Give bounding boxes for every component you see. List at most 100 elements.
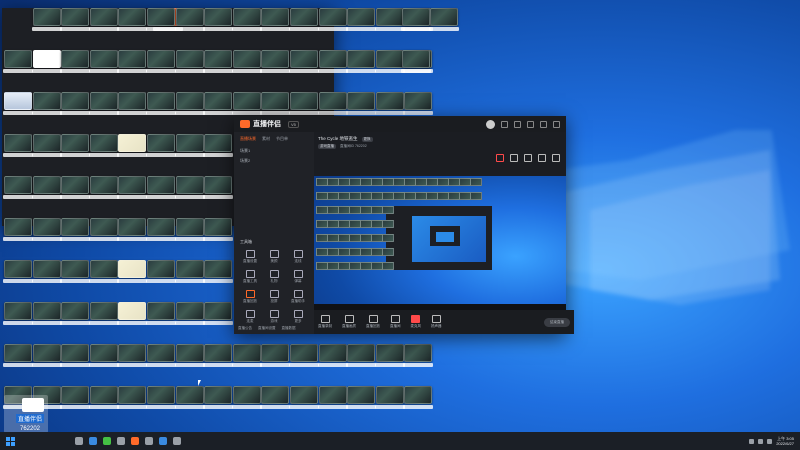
- tool-item[interactable]: 投屏: [262, 290, 286, 304]
- desktop-icon[interactable]: [202, 134, 234, 160]
- desktop-icon[interactable]: [31, 50, 63, 76]
- taskbar-app-icon[interactable]: [117, 437, 125, 445]
- desktop-icon[interactable]: [202, 92, 234, 118]
- desktop-icon[interactable]: [288, 50, 320, 76]
- tray-icon[interactable]: [758, 438, 764, 444]
- desktop-icon[interactable]: [345, 92, 377, 118]
- control-button[interactable]: 直播间: [390, 315, 401, 329]
- desktop-icon[interactable]: [288, 92, 320, 118]
- desktop-icon[interactable]: [116, 8, 148, 34]
- desktop-icon[interactable]: [88, 344, 120, 370]
- tray-icon[interactable]: [749, 438, 755, 444]
- start-button[interactable]: [6, 436, 15, 446]
- close-icon[interactable]: [553, 120, 560, 128]
- desktop-icon[interactable]: [145, 302, 177, 328]
- desktop-icon[interactable]: [174, 92, 206, 118]
- footer-link[interactable]: 直播公告: [238, 326, 252, 331]
- desktop-icon[interactable]: [116, 344, 148, 370]
- desktop-icon[interactable]: [345, 50, 377, 76]
- desktop-icon[interactable]: [116, 176, 148, 202]
- desktop-icon[interactable]: [2, 302, 34, 328]
- desktop-icon[interactable]: [59, 176, 91, 202]
- end-live-button[interactable]: 结束直播: [544, 317, 570, 327]
- desktop-icon[interactable]: [259, 344, 291, 370]
- gift-icon[interactable]: [496, 154, 504, 162]
- desktop-icon[interactable]: [202, 8, 234, 34]
- desktop-icon[interactable]: [2, 260, 34, 286]
- desktop-icon[interactable]: [31, 260, 63, 286]
- menu-icon[interactable]: [527, 120, 534, 128]
- tab-program[interactable]: 节目单: [276, 136, 288, 142]
- desktop-icon[interactable]: [402, 386, 434, 412]
- desktop-icon[interactable]: [145, 260, 177, 286]
- footer-link[interactable]: 直播间设置: [258, 326, 276, 331]
- desktop-icon[interactable]: [145, 176, 177, 202]
- desktop-icon[interactable]: [288, 344, 320, 370]
- tool-item[interactable]: 美颜: [262, 250, 286, 264]
- category-badge[interactable]: 游戏直播: [318, 144, 336, 149]
- lock-icon[interactable]: [510, 154, 518, 162]
- more-icon[interactable]: [552, 154, 560, 162]
- desktop-icon[interactable]: [88, 176, 120, 202]
- desktop-icon[interactable]: [2, 344, 34, 370]
- desktop-icon[interactable]: [2, 176, 34, 202]
- desktop-icon[interactable]: [231, 344, 263, 370]
- control-button[interactable]: 直播画质: [342, 315, 356, 329]
- desktop-icon[interactable]: [88, 50, 120, 76]
- desktop-icon[interactable]: [174, 134, 206, 160]
- desktop-icon[interactable]: [145, 50, 177, 76]
- desktop-icon[interactable]: [202, 344, 234, 370]
- taskbar-app-icon[interactable]: [159, 437, 167, 445]
- desktop-icon[interactable]: [402, 92, 434, 118]
- desktop-icon[interactable]: [88, 302, 120, 328]
- desktop-icon[interactable]: [116, 92, 148, 118]
- desktop-icon[interactable]: [402, 344, 434, 370]
- desktop-icon[interactable]: [145, 344, 177, 370]
- desktop-icon[interactable]: [231, 92, 263, 118]
- desktop-icon[interactable]: [231, 50, 263, 76]
- share-icon[interactable]: [524, 154, 532, 162]
- desktop-icon[interactable]: [59, 260, 91, 286]
- desktop-icon[interactable]: [174, 344, 206, 370]
- desktop-icon[interactable]: [59, 134, 91, 160]
- tab-scenes[interactable]: 直播场景: [240, 136, 256, 142]
- desktop-icon[interactable]: [345, 386, 377, 412]
- desktop-icon[interactable]: [145, 218, 177, 244]
- live-preview[interactable]: [314, 176, 566, 310]
- desktop-icon[interactable]: [174, 302, 206, 328]
- footer-link[interactable]: 直播数据: [282, 326, 296, 331]
- desktop-icon[interactable]: [202, 386, 234, 412]
- desktop-icon[interactable]: [231, 386, 263, 412]
- scene-item[interactable]: 场景2: [234, 156, 314, 166]
- desktop-icon[interactable]: [2, 134, 34, 160]
- desktop-icon[interactable]: [174, 8, 206, 34]
- minimize-icon[interactable]: [540, 120, 547, 128]
- tool-item[interactable]: 礼物: [262, 270, 286, 284]
- desktop-icon[interactable]: [88, 260, 120, 286]
- control-button[interactable]: 直播回放: [366, 315, 380, 329]
- desktop-icon[interactable]: [2, 218, 34, 244]
- desktop-icon[interactable]: [374, 386, 406, 412]
- control-button[interactable]: 直播录制: [318, 315, 332, 329]
- desktop-icon[interactable]: [31, 92, 63, 118]
- desktop-icon[interactable]: [288, 386, 320, 412]
- tool-item[interactable]: 连线: [286, 250, 310, 264]
- desktop-icon[interactable]: [174, 176, 206, 202]
- desktop-icon[interactable]: [145, 134, 177, 160]
- desktop-icon[interactable]: [202, 176, 234, 202]
- tool-item[interactable]: 直播助手: [286, 290, 310, 304]
- desktop-icon[interactable]: [202, 302, 234, 328]
- control-button[interactable]: 扬声器: [431, 315, 442, 329]
- change-title-button[interactable]: 更换: [361, 136, 373, 142]
- control-button[interactable]: 麦克风: [411, 315, 421, 329]
- taskbar-app-icon[interactable]: [103, 437, 111, 445]
- scene-item[interactable]: 场景1: [234, 146, 314, 156]
- avatar[interactable]: [486, 119, 495, 129]
- desktop-icon[interactable]: [116, 302, 148, 328]
- desktop-icon[interactable]: [231, 8, 263, 34]
- tool-item[interactable]: 游戏: [262, 310, 286, 324]
- desktop-icon[interactable]: [59, 218, 91, 244]
- desktop-icon[interactable]: [259, 386, 291, 412]
- desktop-icon[interactable]: [202, 218, 234, 244]
- taskbar-app-icon[interactable]: [173, 437, 181, 445]
